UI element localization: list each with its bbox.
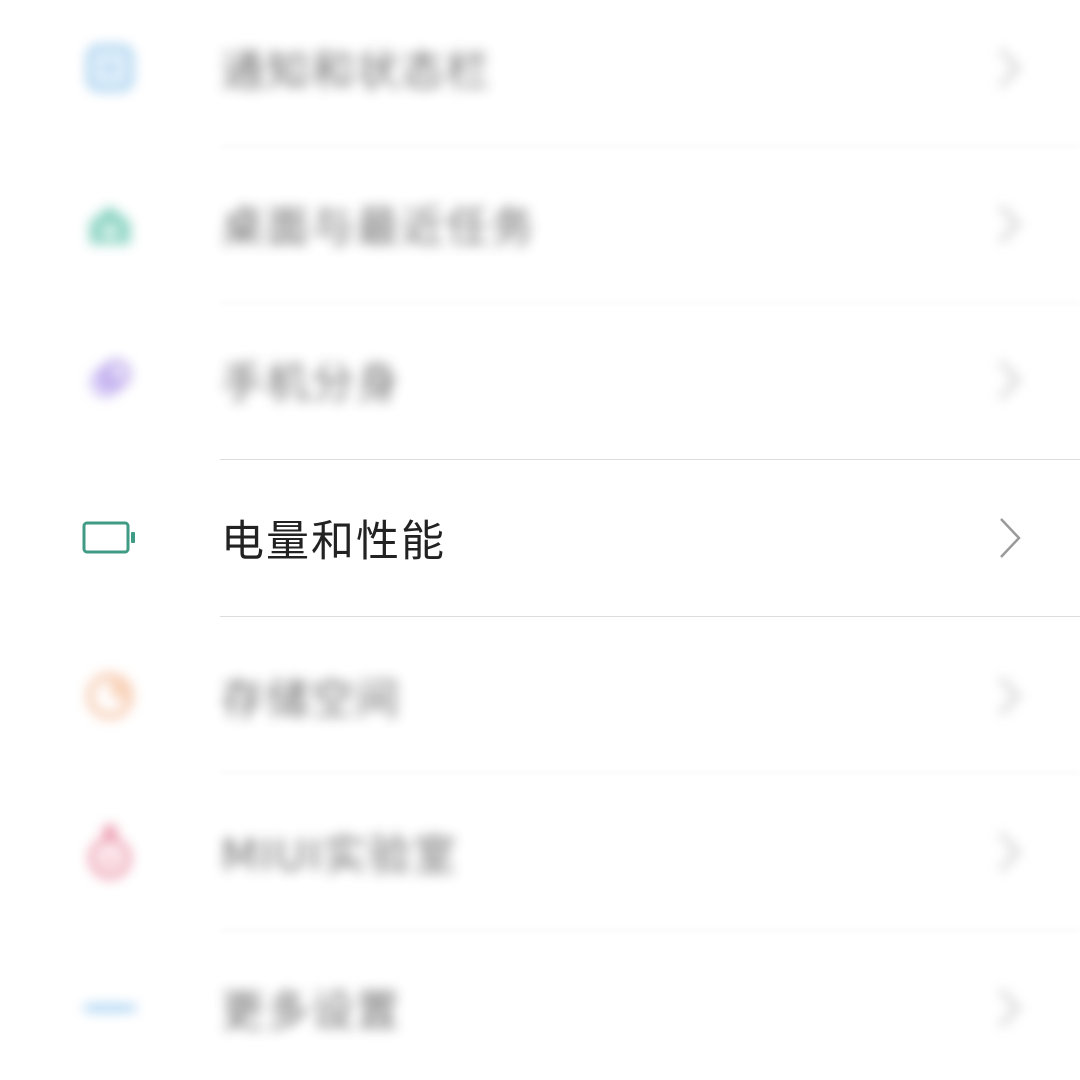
- settings-item-label: 存储空间: [221, 675, 401, 725]
- settings-item-more[interactable]: 更多设置: [0, 930, 1080, 1080]
- settings-item-label: 电量和性能: [221, 517, 446, 567]
- settings-item-desktop[interactable]: 桌面与最近任务: [0, 146, 1080, 302]
- divider: [220, 616, 1080, 617]
- settings-item-notifications[interactable]: 通知和状态栏: [0, 0, 1080, 146]
- settings-item-label: 更多设置: [221, 987, 401, 1037]
- chevron-right-icon: [992, 986, 1026, 1030]
- chevron-right-icon: [992, 516, 1026, 560]
- chevron-right-icon: [992, 202, 1026, 246]
- chevron-right-icon: [992, 674, 1026, 718]
- settings-item-label: 桌面与最近任务: [221, 203, 536, 253]
- settings-item-storage[interactable]: 存储空间: [0, 618, 1080, 774]
- settings-item-second-space[interactable]: 手机分身: [0, 302, 1080, 458]
- lab-flask-icon: [82, 824, 138, 880]
- settings-item-label: MIUI实验室: [221, 831, 458, 881]
- settings-list: 通知和状态栏 桌面与最近任务 手机分身 电量和性能 存储空间 MIUI实验室 更…: [0, 0, 1080, 1080]
- notification-icon: [82, 40, 138, 96]
- more-icon: [82, 980, 138, 1036]
- settings-item-label: 通知和状态栏: [221, 47, 491, 97]
- storage-icon: [82, 668, 138, 724]
- chevron-right-icon: [992, 46, 1026, 90]
- second-space-icon: [82, 352, 138, 408]
- battery-icon: [82, 510, 138, 566]
- home-icon: [82, 196, 138, 252]
- divider: [220, 772, 1080, 773]
- settings-item-battery-performance[interactable]: 电量和性能: [0, 460, 1080, 616]
- settings-item-miui-lab[interactable]: MIUI实验室: [0, 774, 1080, 930]
- chevron-right-icon: [992, 830, 1026, 874]
- chevron-right-icon: [992, 358, 1026, 402]
- settings-item-label: 手机分身: [221, 359, 401, 409]
